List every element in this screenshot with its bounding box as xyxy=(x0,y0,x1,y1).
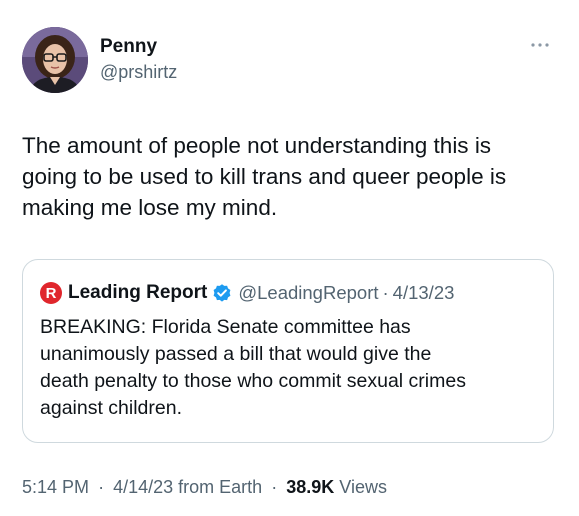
more-horizontal-icon xyxy=(531,43,549,47)
tweet-text: The amount of people not understanding t… xyxy=(22,133,507,220)
tweet-date[interactable]: 4/14/23 xyxy=(113,477,173,497)
tweet-source: from Earth xyxy=(178,477,263,497)
views-label: Views xyxy=(339,477,387,497)
tweet: Penny @prshirtz The amount of people not… xyxy=(0,0,579,516)
leading-report-logo[interactable]: R xyxy=(40,282,62,304)
tweet-meta: 5:14 PM · 4/14/23 from Earth · 38.9K Vie… xyxy=(22,477,387,498)
avatar[interactable] xyxy=(22,27,88,93)
quoted-separator: · xyxy=(382,282,389,303)
quoted-date[interactable]: 4/13/23 xyxy=(393,282,455,304)
more-options-button[interactable] xyxy=(528,38,552,52)
logo-letter: R xyxy=(45,284,57,302)
quoted-display-name[interactable]: Leading Report xyxy=(68,282,207,304)
quoted-tweet-header: R Leading Report @LeadingReport · 4/13/2… xyxy=(40,280,454,306)
verified-badge-icon xyxy=(212,283,232,303)
meta-separator: · xyxy=(271,477,278,497)
meta-separator: · xyxy=(98,477,105,497)
tweet-time[interactable]: 5:14 PM xyxy=(22,477,89,497)
quoted-tweet[interactable]: R Leading Report @LeadingReport · 4/13/2… xyxy=(22,259,554,443)
quoted-tweet-text: BREAKING: Florida Senate committee has u… xyxy=(40,316,466,419)
views-count[interactable]: 38.9K xyxy=(286,477,334,497)
author-handle[interactable]: @prshirtz xyxy=(100,62,177,83)
user-avatar-icon xyxy=(22,27,88,93)
quoted-handle[interactable]: @LeadingReport xyxy=(238,282,378,304)
author-display-name[interactable]: Penny xyxy=(100,36,157,58)
